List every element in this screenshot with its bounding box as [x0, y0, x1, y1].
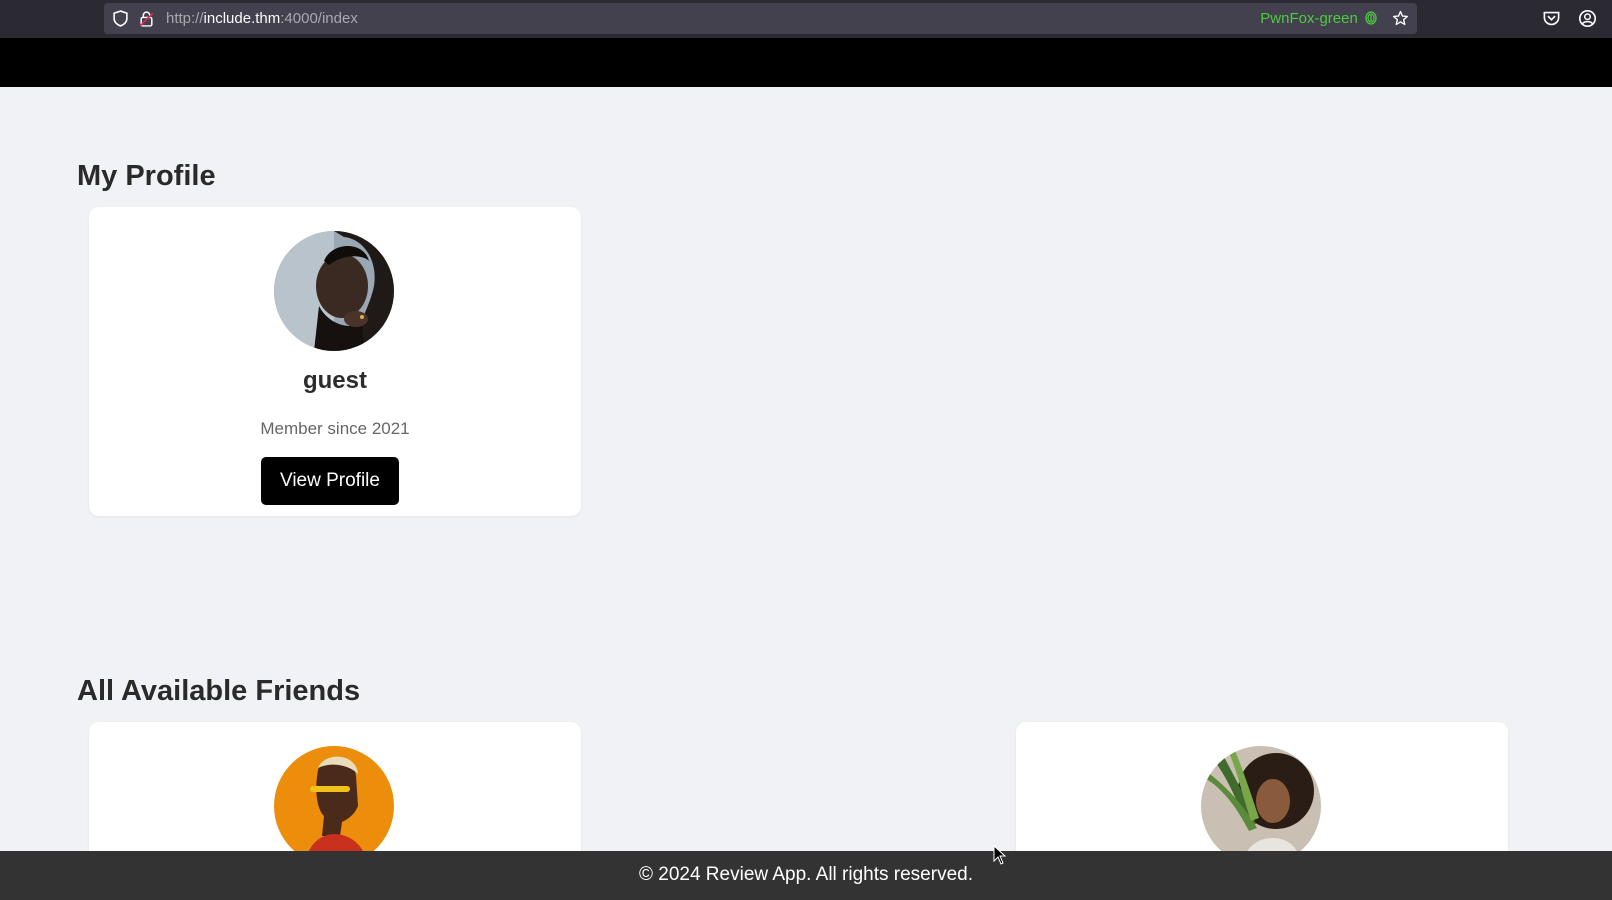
profile-username: guest — [302, 367, 367, 394]
bookmark-star-icon[interactable] — [1392, 10, 1409, 27]
footer-copyright: © 2024 Review App. All rights reserved. — [638, 864, 973, 885]
pocket-icon[interactable] — [1542, 9, 1561, 28]
friends-heading: All Available Friends — [77, 675, 361, 707]
mouse-cursor-icon — [993, 845, 1007, 865]
container-name: PwnFox-green — [1260, 10, 1358, 27]
view-profile-button[interactable]: View Profile — [261, 457, 399, 505]
shield-icon[interactable] — [112, 10, 129, 27]
url-scheme: http:// — [166, 10, 204, 27]
friend-card — [1016, 722, 1508, 862]
member-since-text: Member since 2021 — [260, 419, 410, 438]
fingerprint-icon — [1365, 11, 1377, 25]
my-profile-heading: My Profile — [77, 160, 216, 192]
profile-avatar — [274, 231, 394, 351]
site-navbar — [0, 38, 1612, 87]
friend-photo-yellow-glasses — [274, 746, 394, 862]
url-bar[interactable]: http://include.thm:4000/index PwnFox-gre… — [104, 3, 1417, 34]
browser-toolbar: http://include.thm:4000/index PwnFox-gre… — [0, 0, 1612, 38]
site-footer: © 2024 Review App. All rights reserved. — [0, 851, 1612, 900]
container-label[interactable]: PwnFox-green — [1260, 10, 1377, 27]
profile-photo-man — [274, 231, 394, 351]
profile-card: guest Member since 2021 View Profile — [89, 207, 581, 516]
friend-avatar — [1201, 746, 1321, 862]
url-path: :4000/index — [280, 10, 358, 27]
friend-photo-woman-plants — [1201, 746, 1321, 862]
url-host: include.thm — [203, 10, 281, 27]
insecure-lock-icon[interactable] — [138, 10, 155, 27]
url-text[interactable]: http://include.thm:4000/index — [166, 10, 358, 27]
account-icon[interactable] — [1578, 9, 1597, 28]
friend-card — [89, 722, 581, 862]
friend-avatar — [274, 746, 394, 862]
